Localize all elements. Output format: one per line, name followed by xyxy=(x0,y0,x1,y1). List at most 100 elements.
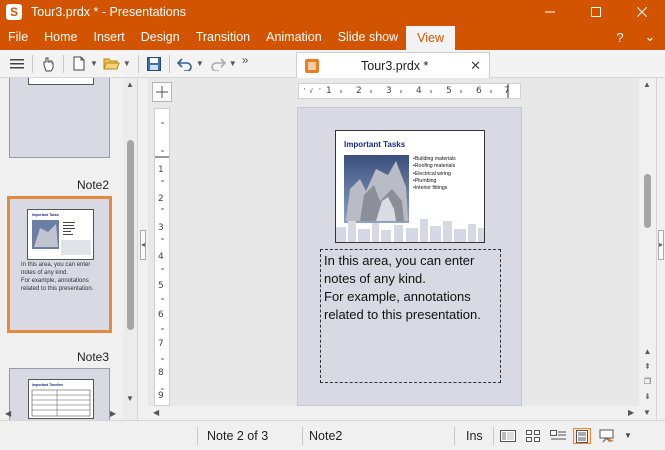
status-separator xyxy=(493,427,494,445)
current-slide-name: Note2 xyxy=(309,429,343,443)
undo-dropdown[interactable]: ▼ xyxy=(196,59,204,68)
new-document-icon[interactable] xyxy=(68,53,90,75)
undo-icon[interactable] xyxy=(174,53,196,75)
close-window-button[interactable] xyxy=(619,0,665,24)
tab-file[interactable]: File xyxy=(0,24,36,50)
notes-text-area[interactable]: In this area, you can enter notes of any… xyxy=(320,249,501,383)
hamburger-menu-icon[interactable] xyxy=(6,53,28,75)
tab-animation[interactable]: Animation xyxy=(258,24,330,50)
view-options-dropdown[interactable]: ▼ xyxy=(624,431,632,440)
document-tab[interactable]: Tour3.prdx * ✕ xyxy=(296,52,490,78)
scroll-up-icon[interactable]: ▲ xyxy=(126,80,134,89)
tab-transition[interactable]: Transition xyxy=(188,24,258,50)
notes-line: In this area, you can enter xyxy=(324,253,475,268)
redo-dropdown[interactable]: ▼ xyxy=(229,59,237,68)
splitter-handle[interactable]: ◂ xyxy=(140,230,146,260)
minimize-button[interactable] xyxy=(527,0,573,24)
document-tab-title: Tour3.prdx * xyxy=(361,58,429,73)
previous-page-icon[interactable]: ⇞ xyxy=(641,361,654,373)
toolbar-overflow-icon[interactable]: » xyxy=(242,53,249,67)
help-icon[interactable]: ? xyxy=(605,30,635,45)
outline-view-icon[interactable] xyxy=(549,428,567,444)
expand-right-icon: ▸ xyxy=(659,240,664,249)
tab-home[interactable]: Home xyxy=(36,24,85,50)
svg-text:Important Tasks: Important Tasks xyxy=(32,213,59,217)
status-separator xyxy=(454,427,455,445)
slide-thumbnail-selected[interactable]: Important Tasks In this area, you can en… xyxy=(7,196,112,333)
ruler-number: 5 xyxy=(158,281,164,291)
presentation-file-icon xyxy=(305,58,319,73)
open-dropdown[interactable]: ▼ xyxy=(123,59,131,68)
tab-design[interactable]: Design xyxy=(133,24,188,50)
slide-thumbnail[interactable] xyxy=(9,78,110,158)
slide-bullet: •Electrical wiring xyxy=(413,170,451,177)
ruler-origin-button[interactable] xyxy=(152,82,172,102)
normal-view-icon[interactable] xyxy=(499,428,517,444)
mini-slide-preview: Important Tasks xyxy=(27,209,94,260)
next-page-icon[interactable]: ⇟ xyxy=(641,391,654,403)
slide-position: Note 2 of 3 xyxy=(207,429,269,443)
vertical-ruler[interactable]: 1 2 3 4 5 6 7 8 9 xyxy=(154,108,170,406)
slide-show-view-icon[interactable] xyxy=(598,428,616,444)
toolbar-separator xyxy=(168,54,170,73)
thumbnail-label: Note2 xyxy=(77,178,110,192)
notes-line: For example, annotations xyxy=(324,289,471,304)
maximize-button[interactable] xyxy=(573,0,619,24)
slide-bullet: •Plumbing xyxy=(413,177,437,184)
tab-slide-show[interactable]: Slide show xyxy=(330,24,406,50)
window-controls xyxy=(527,0,665,24)
save-icon[interactable] xyxy=(143,53,165,75)
ruler-number: 6 xyxy=(158,310,164,320)
scrollbar-thumb[interactable] xyxy=(644,174,651,228)
mini-notes-line: In this area, you can enter xyxy=(21,262,91,268)
new-document-dropdown[interactable]: ▼ xyxy=(90,59,98,68)
slide-sorter-view-icon[interactable] xyxy=(524,428,542,444)
title-bar: S Tour3.prdx * - Presentations xyxy=(0,0,665,24)
mini-slide-preview xyxy=(28,78,94,85)
status-separator xyxy=(197,427,198,445)
main-vertical-scrollbar[interactable]: ▲ ▲ ⇞ ❐ ⇟ ▼ xyxy=(639,78,656,420)
hand-pointer-icon[interactable] xyxy=(37,53,59,75)
sidebar-toggle-handle[interactable]: ▸ xyxy=(658,230,664,260)
thumbnail-scrollbar[interactable]: ▲ ▼ xyxy=(123,78,137,420)
ruler-number: 8 xyxy=(158,368,164,378)
minimize-icon xyxy=(545,11,555,13)
scroll-down-icon[interactable]: ▼ xyxy=(643,408,651,417)
tab-view[interactable]: View xyxy=(406,26,456,50)
slide-thumbnail-panel: Note2 Important Tasks In this area, you … xyxy=(0,78,138,420)
open-folder-icon[interactable] xyxy=(101,53,123,75)
scroll-up-icon[interactable]: ▲ xyxy=(643,80,651,89)
scroll-left-icon[interactable]: ◀ xyxy=(153,408,159,417)
insert-mode-indicator[interactable]: Ins xyxy=(466,429,483,443)
mini-notes-line: related to this presentation. xyxy=(21,286,94,292)
ruler-number: 2 xyxy=(158,194,164,204)
tab-insert[interactable]: Insert xyxy=(86,24,133,50)
redo-icon[interactable] xyxy=(207,53,229,75)
scroll-down-icon[interactable]: ▼ xyxy=(126,394,134,403)
thumbnail-horizontal-scrollbar[interactable]: ◀ ▶ xyxy=(0,408,123,420)
close-icon xyxy=(637,7,647,17)
slide-bullet: •Interior fittings xyxy=(413,185,448,192)
slide-bullet: •Building materials xyxy=(413,156,456,162)
scroll-left-icon[interactable]: ◀ xyxy=(5,409,11,418)
main-horizontal-scrollbar[interactable]: ◀ ▶ xyxy=(148,406,639,420)
scroll-right-icon[interactable]: ▶ xyxy=(110,409,116,418)
toolbar-separator xyxy=(63,54,64,73)
editing-area: · · · 1 2 3 4 5 6 7 1 2 3 4 5 6 7 8 9 Im… xyxy=(148,78,639,406)
panel-splitter[interactable]: ◂ xyxy=(138,78,148,420)
close-tab-icon[interactable]: ✕ xyxy=(470,58,481,74)
right-panel-edge[interactable]: ▸ xyxy=(656,78,665,420)
scroll-right-icon[interactable]: ▶ xyxy=(628,408,634,417)
notes-view-icon[interactable] xyxy=(573,428,591,444)
slide-bullet-list: •Building materials •Roofing materials •… xyxy=(413,156,456,192)
ribbon-collapse-icon[interactable]: ⌄ xyxy=(635,29,665,45)
ruler-number: 7 xyxy=(158,339,164,349)
thumbnail-label: Note3 xyxy=(77,350,110,364)
scrollbar-thumb[interactable] xyxy=(127,140,134,330)
page-view-icon[interactable]: ❐ xyxy=(641,376,654,388)
notes-line: notes of any kind. xyxy=(324,271,426,286)
slide-image[interactable]: Important Tasks •Building materials •Roo… xyxy=(335,130,485,243)
scroll-up-small-icon[interactable]: ▲ xyxy=(641,346,654,358)
mini-notes-line: notes of any kind. xyxy=(21,270,69,276)
horizontal-ruler[interactable]: · · · 1 2 3 4 5 6 7 xyxy=(298,83,521,99)
